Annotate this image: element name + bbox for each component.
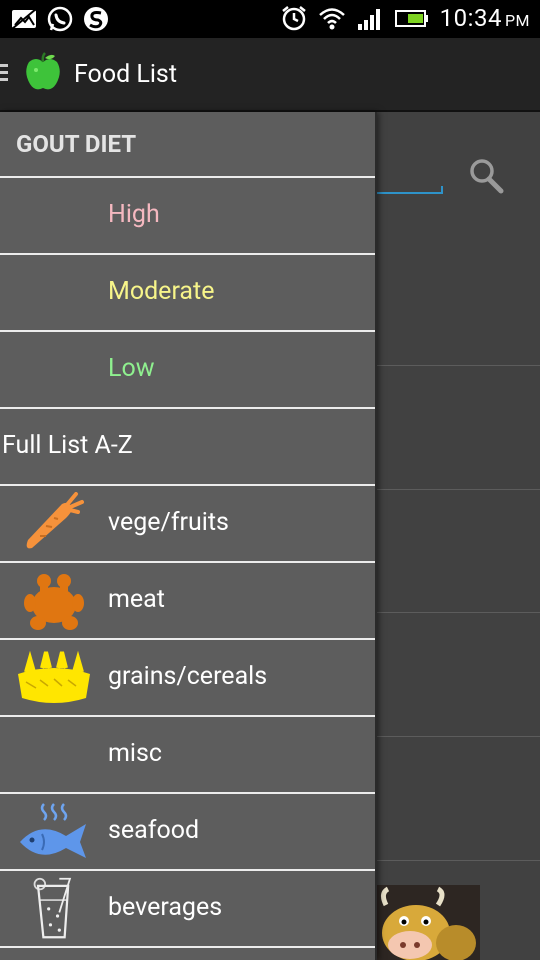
search-input[interactable] xyxy=(376,186,443,194)
search-icon[interactable] xyxy=(466,156,506,196)
drawer-item-label: Low xyxy=(108,354,155,383)
alarm-icon xyxy=(281,6,306,31)
apple-icon[interactable] xyxy=(24,52,62,92)
drawer-item-label: Moderate xyxy=(108,277,215,306)
drawer-title: GOUT DIET xyxy=(16,130,137,158)
drawer-item-low[interactable]: Low xyxy=(0,332,375,409)
drawer-item-label: misc xyxy=(108,739,162,768)
drawer-item-label: grains/cereals xyxy=(108,662,268,691)
drawer-item-label: seafood xyxy=(108,816,200,845)
drawer-item-meat[interactable]: meat xyxy=(0,563,375,640)
wifi-icon xyxy=(318,8,345,30)
drawer-item-moderate[interactable]: Moderate xyxy=(0,255,375,332)
status-bar: 10:34 PM xyxy=(0,0,540,38)
drawer-item-seafood[interactable]: seafood xyxy=(0,794,375,871)
drink-glass-icon xyxy=(33,877,72,939)
drawer-item-beverages[interactable]: beverages xyxy=(0,871,375,948)
drawer-item-high[interactable]: High xyxy=(0,178,375,255)
list-divider xyxy=(376,860,540,861)
status-right-icons: 10:34 PM xyxy=(280,4,530,32)
action-bar: Food List xyxy=(0,38,540,112)
drawer-item-full-list[interactable]: Full List A-Z xyxy=(0,409,375,486)
drawer-item-grains-cereals[interactable]: grains/cereals xyxy=(0,640,375,717)
status-left-icons xyxy=(10,5,110,33)
list-divider xyxy=(376,612,540,613)
drawer-toggle-icon[interactable] xyxy=(0,64,10,86)
drawer-item-misc[interactable]: misc xyxy=(0,717,375,794)
carrot-icon xyxy=(26,492,84,549)
drawer-item-label: vege/fruits xyxy=(108,508,229,537)
app-s-icon xyxy=(84,7,108,31)
wheat-icon xyxy=(18,650,90,703)
battery-icon xyxy=(394,10,428,27)
list-divider xyxy=(376,736,540,737)
drawer-item-vege-fruits[interactable]: vege/fruits xyxy=(0,486,375,563)
whatsapp-icon xyxy=(47,6,73,32)
app-title: Food List xyxy=(74,60,178,89)
roast-chicken-icon xyxy=(24,574,84,630)
picture-icon xyxy=(11,8,37,30)
drawer-item-label: meat xyxy=(108,585,165,614)
drawer-item-label: High xyxy=(108,200,160,229)
drawer-item-label: Full List A-Z xyxy=(2,431,133,460)
drawer-header: GOUT DIET xyxy=(0,112,375,178)
cow-thumbnail[interactable] xyxy=(376,885,480,960)
list-divider xyxy=(376,489,540,490)
fish-icon xyxy=(20,803,86,858)
navigation-drawer: GOUT DIET High Moderate Low Full List A-… xyxy=(0,112,377,960)
clock: 10:34 PM xyxy=(439,4,530,32)
signal-icon xyxy=(357,9,380,30)
list-divider xyxy=(376,365,540,366)
drawer-item-label: beverages xyxy=(108,893,223,922)
